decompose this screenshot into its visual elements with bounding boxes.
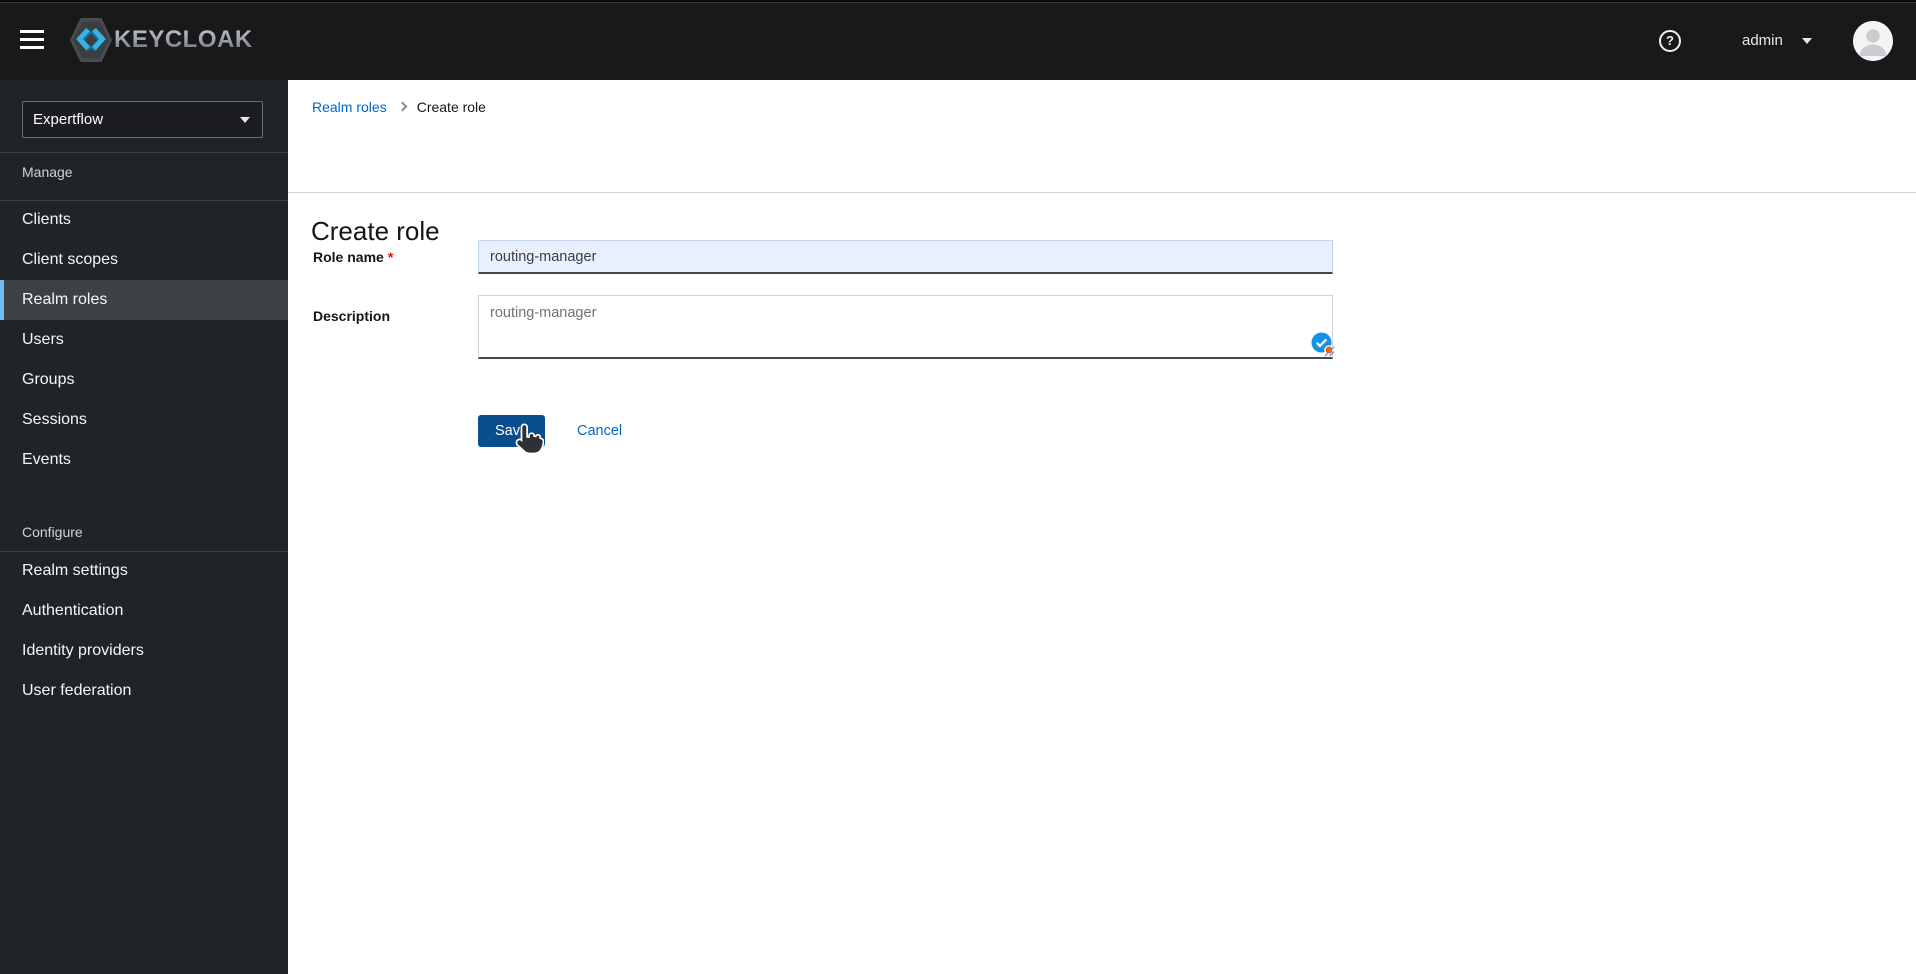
help-icon[interactable]: ?	[1659, 30, 1681, 52]
page-title: Create role	[311, 216, 440, 246]
nav-section-manage: Manage	[22, 164, 73, 180]
sidebar-item-groups[interactable]: Groups	[0, 360, 288, 400]
masthead: KEYCLOAK ? admin	[0, 0, 1916, 80]
sidebar-item-authentication[interactable]: Authentication	[0, 591, 288, 631]
breadcrumb: Realm roles Create role	[312, 98, 486, 115]
divider	[288, 192, 1916, 193]
realm-selector[interactable]: Expertflow	[22, 101, 263, 138]
keycloak-logo-icon	[70, 18, 112, 62]
required-asterisk: *	[387, 249, 394, 265]
description-textarea[interactable]: routing-manager	[478, 295, 1333, 359]
hamburger-menu-icon[interactable]	[20, 30, 46, 50]
sidebar-item-user-federation[interactable]: User federation	[0, 671, 288, 711]
brand-name: KEYCLOAK	[114, 26, 253, 53]
caret-down-icon[interactable]	[1802, 38, 1812, 44]
cancel-button[interactable]: Cancel	[577, 423, 622, 439]
save-button[interactable]: Save	[478, 415, 545, 447]
role-name-label: Role name *	[313, 249, 394, 265]
caret-down-icon	[240, 117, 250, 123]
role-name-input[interactable]	[478, 240, 1333, 274]
divider	[0, 152, 288, 153]
breadcrumb-separator-icon	[397, 101, 408, 112]
breadcrumb-current: Create role	[416, 98, 486, 115]
sidebar-item-sessions[interactable]: Sessions	[0, 400, 288, 440]
breadcrumb-link-realm-roles[interactable]: Realm roles	[312, 99, 387, 115]
keycloak-logo: KEYCLOAK	[70, 17, 253, 63]
sidebar-item-clients[interactable]: Clients	[0, 200, 288, 240]
realm-selector-value: Expertflow	[33, 111, 104, 128]
sidebar-item-users[interactable]: Users	[0, 320, 288, 360]
window-top-line	[0, 2, 1916, 3]
nav-section-configure: Configure	[22, 524, 83, 540]
sidebar-item-identity-providers[interactable]: Identity providers	[0, 631, 288, 671]
sidebar-item-client-scopes[interactable]: Client scopes	[0, 240, 288, 280]
keycloak-admin-console: KEYCLOAK ? admin Expertflow Manage Clien…	[0, 0, 1916, 974]
sidebar-item-realm-roles[interactable]: Realm roles	[0, 280, 288, 320]
avatar[interactable]	[1853, 21, 1893, 61]
sidebar-item-events[interactable]: Events	[0, 440, 288, 480]
textarea-resize-handle[interactable]	[1324, 346, 1335, 357]
sidebar-item-realm-settings[interactable]: Realm settings	[0, 551, 288, 591]
user-menu[interactable]: admin	[1742, 32, 1783, 49]
description-label: Description	[313, 308, 391, 324]
main-content: Realm roles Create role Create role Role…	[288, 80, 1916, 974]
sidebar-nav: Expertflow Manage Clients Client scopes …	[0, 80, 288, 974]
avatar-icon	[1853, 21, 1893, 61]
